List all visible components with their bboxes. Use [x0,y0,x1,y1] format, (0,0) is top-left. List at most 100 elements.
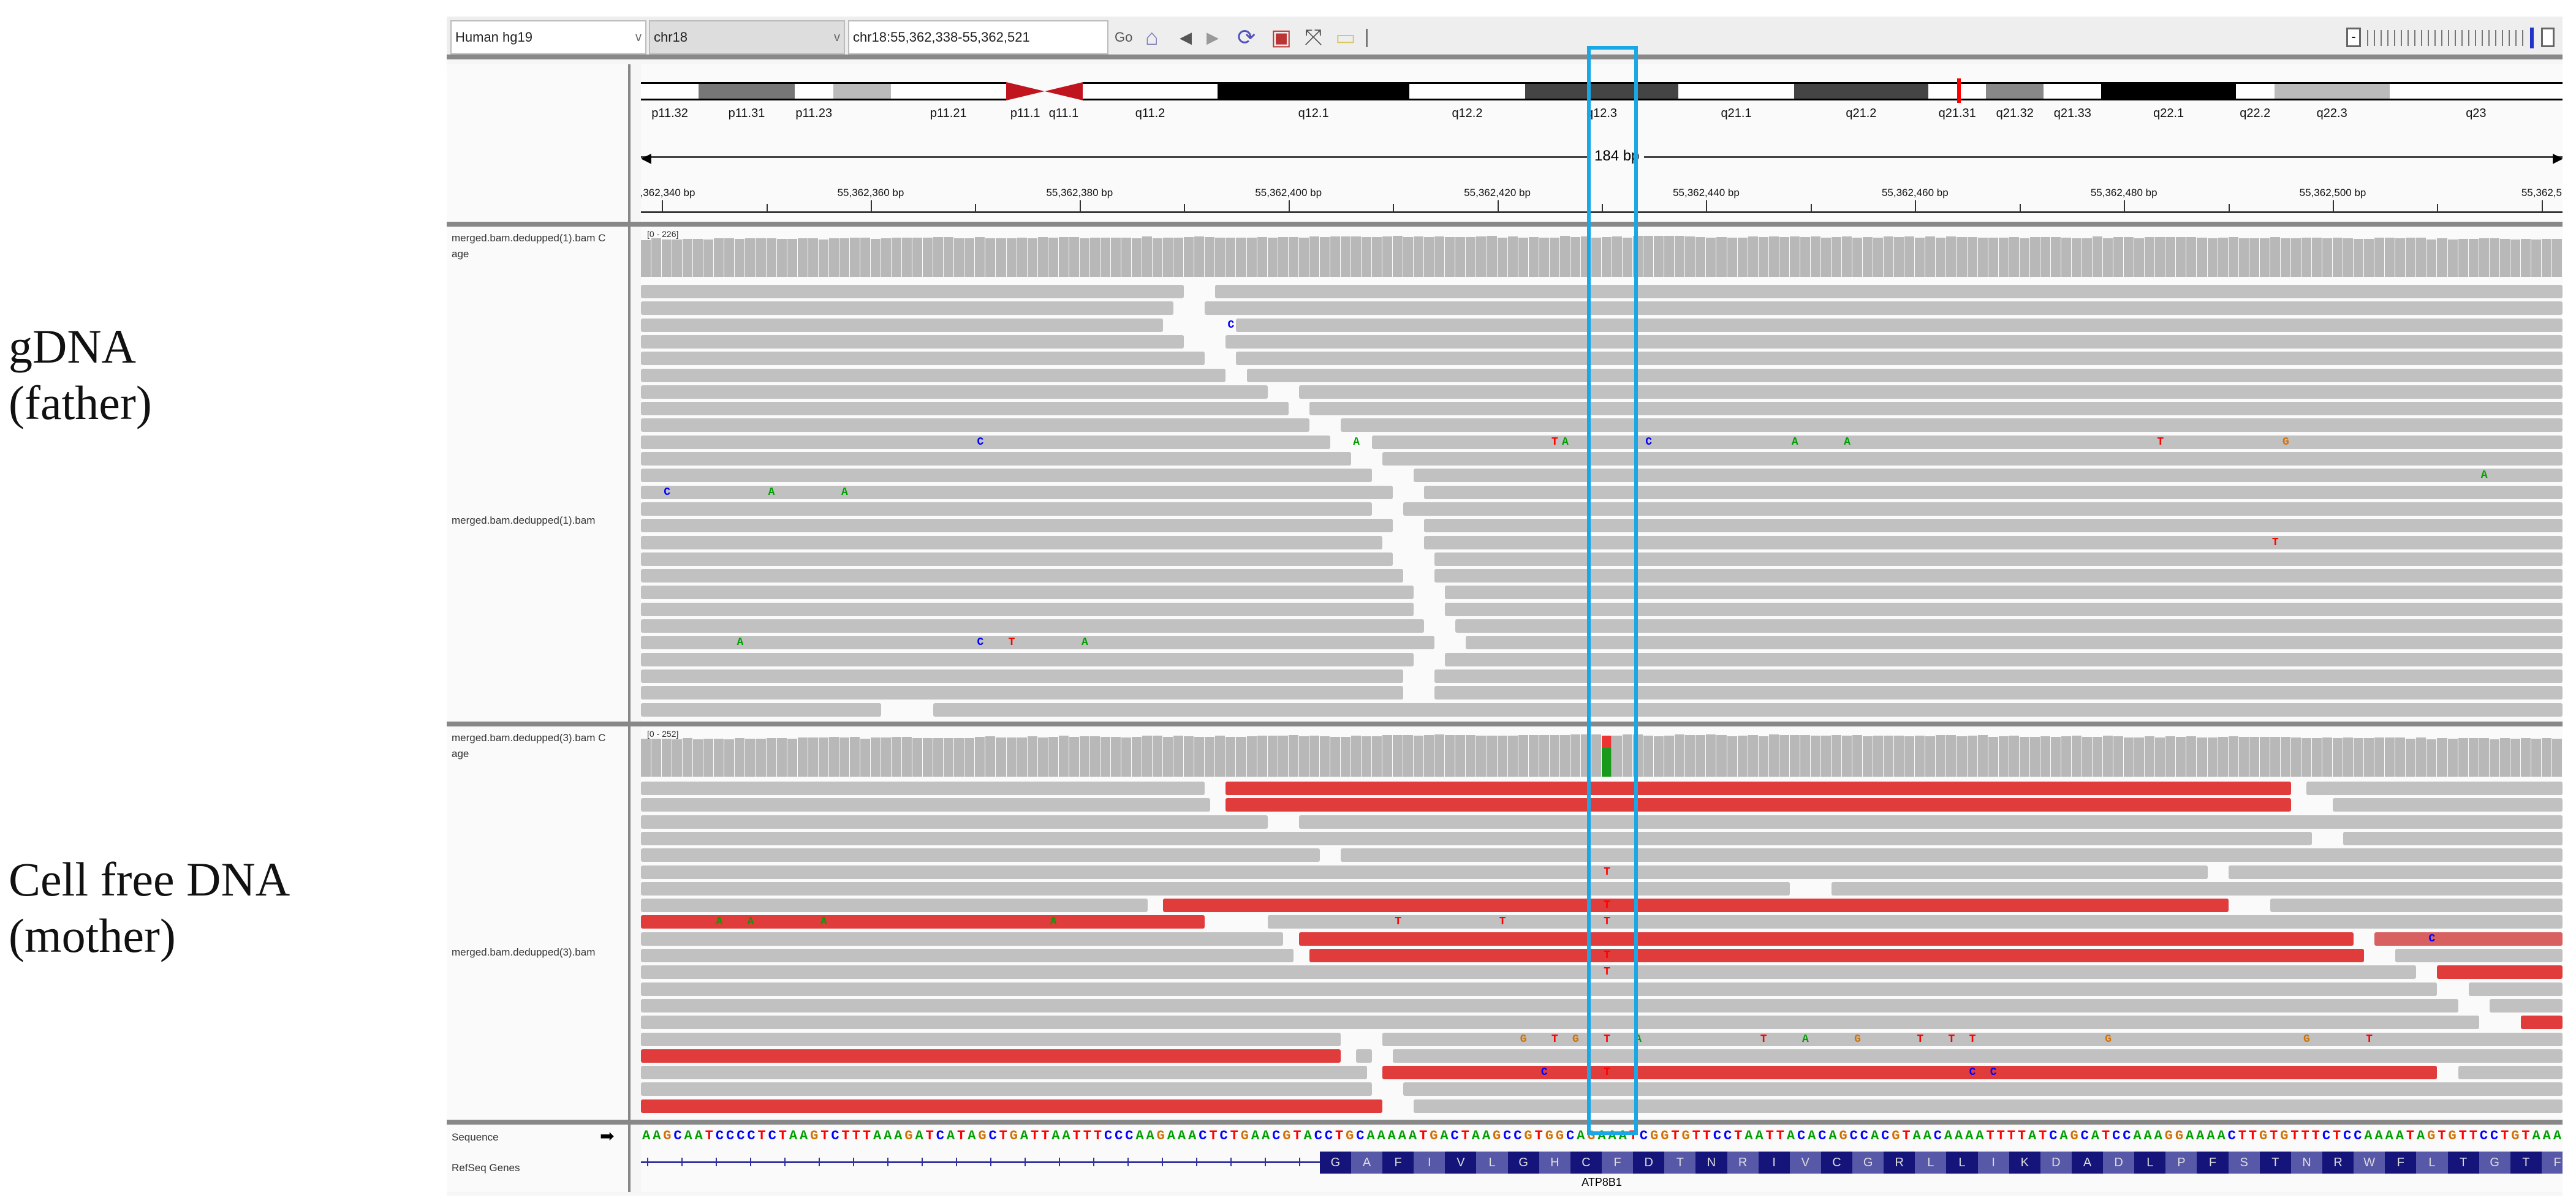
read[interactable] [641,535,1383,549]
coverage-bar[interactable] [1225,736,1236,777]
coverage-bar[interactable] [2458,737,2468,777]
coverage-bar[interactable] [1936,238,1946,277]
coverage-bar[interactable] [1215,238,1225,277]
coverage-bar[interactable] [954,238,964,277]
coverage-bar[interactable] [724,238,735,277]
amino-acid[interactable]: R [1727,1152,1759,1174]
coverage-bar[interactable] [2050,236,2061,277]
coverage-bar[interactable] [1507,236,1518,277]
coverage-bar[interactable] [1727,237,1737,277]
coverage-bar[interactable] [1382,236,1393,277]
mismatch-base[interactable]: T [2366,1033,2373,1046]
coverage-bar[interactable] [1664,236,1675,277]
coverage-bar[interactable] [787,238,797,277]
coverage-bar[interactable] [1779,236,1789,277]
coverage-bar[interactable] [1163,737,1173,777]
coverage-bar[interactable] [2165,736,2176,777]
coverage-bar[interactable] [1340,236,1351,277]
amino-acid[interactable]: I [1758,1152,1790,1174]
coverage-bar[interactable] [2029,737,2040,777]
read[interactable] [1382,452,2563,466]
coverage-bar[interactable] [1748,734,1758,777]
coverage-bar[interactable] [2238,737,2249,777]
coverage-bar[interactable] [1330,236,1340,277]
coverage-bar[interactable] [902,736,912,777]
coverage-bar[interactable] [1153,238,1163,277]
coverage-bar[interactable] [933,237,944,277]
zoom-tick[interactable] [2434,30,2436,46]
read[interactable] [1298,815,2563,829]
coverage-bar[interactable] [1539,735,1549,777]
coverage-bar[interactable] [1842,735,1852,777]
coverage-bar[interactable] [954,737,964,777]
coverage-bar[interactable] [1675,734,1685,777]
go-button[interactable]: Go [1115,24,1132,51]
coverage-bar[interactable] [2155,737,2165,777]
coverage-bar[interactable] [1236,736,1246,777]
read[interactable] [1309,402,2563,416]
amino-acid[interactable]: T [2259,1152,2291,1174]
coverage-bar[interactable] [1727,736,1737,777]
discordant-read[interactable] [1298,932,2354,946]
coverage-bar[interactable] [1372,236,1382,277]
mismatch-base[interactable]: A [841,486,848,499]
coverage-bar[interactable] [1654,736,1664,777]
amino-acid[interactable]: L [2134,1152,2166,1174]
coverage-bar[interactable] [1048,237,1058,277]
chromosome-select[interactable]: chr18 v [649,20,845,55]
mismatch-base[interactable]: A [1562,436,1569,449]
coverage-bar[interactable] [756,238,766,277]
coverage-bar[interactable] [1110,237,1121,277]
coverage-bar[interactable] [1173,237,1184,277]
read[interactable] [641,552,1393,566]
coverage-bar[interactable] [2343,737,2354,777]
amino-acid[interactable]: T [2447,1152,2479,1174]
read[interactable] [2343,831,2563,845]
mismatch-base[interactable]: C [2429,932,2436,946]
coverage-bar[interactable] [1518,735,1528,777]
read[interactable] [641,602,1414,616]
coverage-bar[interactable] [2468,738,2479,777]
coverage-bar[interactable] [2186,736,2197,777]
read[interactable] [641,782,1205,795]
coverage-bar[interactable] [1894,736,1904,777]
mismatch-base[interactable]: A [1082,636,1088,649]
coverage-bar[interactable] [1737,238,1748,277]
coverage-bar[interactable] [2437,238,2447,277]
zoom-tick[interactable] [2488,30,2490,46]
discordant-read[interactable] [1225,782,2291,795]
read[interactable] [641,301,1174,315]
coverage-bar[interactable] [2364,238,2374,277]
coverage-bar[interactable] [1915,736,1925,777]
coverage-bar[interactable] [1069,236,1079,277]
coverage-bar[interactable] [1184,236,1194,277]
coverage-bar[interactable] [944,737,954,777]
coverage-bar[interactable] [1518,237,1528,277]
coverage-bar[interactable] [2145,236,2155,277]
coverage-bar[interactable] [1695,237,1706,277]
mismatch-base[interactable]: T [1551,1033,1558,1046]
reads-track-name[interactable]: merged.bam.dedupped(3).bam [452,945,595,960]
coverage-bar[interactable] [1142,236,1153,277]
coverage-bar[interactable] [1528,734,1539,777]
mismatch-base[interactable]: G [1572,1033,1579,1046]
coverage-bar[interactable] [2093,236,2103,277]
coverage-bar[interactable] [1414,236,1424,277]
mismatch-base[interactable]: A [1050,915,1057,929]
read[interactable] [1298,385,2563,399]
read[interactable] [641,519,1393,533]
coverage-bar[interactable] [1936,735,1946,777]
coverage-bar[interactable] [2249,238,2259,277]
read[interactable] [1414,469,2563,483]
read[interactable] [1225,334,2563,349]
mismatch-base[interactable]: G [2303,1033,2310,1046]
amino-acid[interactable]: A [2071,1152,2104,1174]
coverage-bar[interactable] [1393,735,1403,777]
coverage-bar[interactable] [1654,236,1664,277]
read[interactable] [641,965,2417,979]
read[interactable] [1340,418,2563,432]
coverage-bar[interactable] [1445,237,1455,277]
coverage-bar[interactable] [1998,736,2009,777]
coverage-bar[interactable] [1768,236,1779,277]
panel-divider[interactable] [447,222,2563,227]
